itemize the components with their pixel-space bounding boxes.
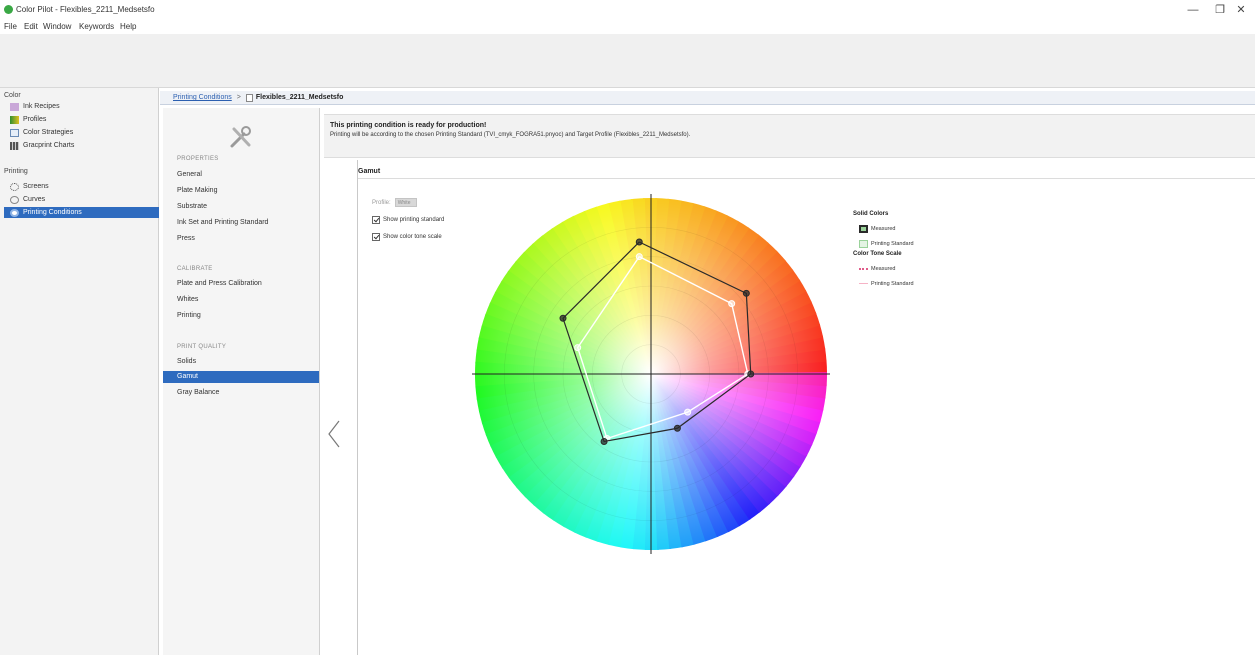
legend-label: Measured (871, 265, 896, 272)
menu-help[interactable]: Help (120, 22, 136, 31)
sidebar-item-label: Profiles (23, 116, 47, 123)
sidebar-item-curves[interactable]: Curves (10, 194, 155, 205)
profile-control: Profile: White (372, 198, 417, 207)
sidebar-item-printing-conditions[interactable]: Printing Conditions (4, 207, 159, 218)
legend-label: Printing Standard (871, 280, 914, 287)
toolbar (0, 34, 1255, 88)
breadcrumb-current: Flexibles_2211_Medsetsfo (255, 94, 344, 101)
printing-conditions-icon (10, 208, 19, 217)
color-strategies-icon (10, 128, 19, 137)
legend-tone-standard: Printing Standard (853, 276, 963, 291)
legend-solid-colors-title: Solid Colors (853, 211, 889, 217)
menu-file[interactable]: File (4, 22, 17, 31)
profile-label: Profile: (372, 199, 391, 206)
divider (358, 178, 1255, 179)
legend-solid-standard: Printing Standard (853, 236, 963, 251)
screens-icon (10, 182, 19, 191)
sidebar: Color Ink Recipes Profiles Color Strateg… (0, 88, 159, 655)
title-bar: Color Pilot - Flexibles_2211_Medsetsfo —… (0, 0, 1255, 20)
subnav-section-calibrate: CALIBRATE (177, 266, 213, 272)
back-arrow-icon[interactable] (326, 419, 342, 449)
checkbox-label: Show printing standard (383, 217, 445, 223)
window-title: Color Pilot - Flexibles_2211_Medsetsfo (16, 5, 155, 14)
subnav-item-general[interactable]: General (177, 171, 202, 181)
sidebar-section-color: Color (4, 92, 21, 99)
sidebar-item-charts[interactable]: Gracprint Charts (10, 140, 155, 151)
swatch-solid-measured (859, 224, 868, 233)
sidebar-item-screens[interactable]: Screens (10, 181, 155, 192)
gamut-title: Gamut (358, 168, 381, 175)
banner-text: Printing will be according to the chosen… (330, 132, 691, 138)
curves-icon (10, 195, 19, 204)
sidebar-item-label: Printing Conditions (23, 209, 82, 216)
sidebar-section-printing: Printing (4, 168, 28, 175)
subnav-item-plate-making[interactable]: Plate Making (177, 187, 217, 197)
charts-icon (10, 141, 19, 150)
measured-point (747, 370, 755, 378)
app-icon (4, 5, 13, 14)
checkbox-checked[interactable] (372, 216, 380, 224)
sidebar-item-label: Screens (23, 183, 49, 190)
standard-point (635, 253, 643, 261)
sidebar-item-label: Color Strategies (23, 129, 74, 136)
legend-label: Printing Standard (871, 240, 914, 247)
close-button[interactable]: ✕ (1226, 3, 1255, 17)
subnav-section-properties: PROPERTIES (177, 156, 219, 162)
ink-recipes-icon (10, 102, 19, 111)
standard-point (684, 408, 692, 416)
subnav-item-press[interactable]: Press (177, 235, 195, 245)
breadcrumb-separator: > (236, 94, 241, 101)
sidebar-item-ink-recipes[interactable]: Ink Recipes (10, 101, 155, 112)
subnav-item-gamut[interactable]: Gamut (163, 371, 319, 383)
subnav-item-substrate[interactable]: Substrate (177, 203, 207, 213)
legend-solid-measured: Measured (853, 221, 963, 236)
subnav-section-print-quality: PRINT QUALITY (177, 344, 227, 350)
checkbox-checked[interactable] (372, 233, 380, 241)
menu-bar: File Edit Window Keywords Help (0, 20, 1255, 34)
measured-point (635, 238, 643, 246)
show-color-tone-scale-toggle[interactable]: Show color tone scale (372, 233, 442, 241)
tools-icon (230, 126, 251, 148)
swatch-solid-standard (859, 239, 868, 248)
status-banner: This printing condition is ready for pro… (324, 114, 1255, 158)
breadcrumb: Printing Conditions > Flexibles_2211_Med… (160, 91, 1255, 105)
measured-point (600, 437, 608, 445)
legend-tone-measured: Measured (853, 261, 963, 276)
legend-tone-scale-title: Color Tone Scale (853, 251, 902, 257)
sidebar-item-profiles[interactable]: Profiles (10, 114, 155, 125)
subnav-item-solids[interactable]: Solids (177, 358, 196, 368)
legend: Solid Colors Measured Printing Standard … (853, 211, 963, 291)
breadcrumb-link[interactable]: Printing Conditions (173, 94, 232, 101)
subnav-item-whites[interactable]: Whites (177, 296, 198, 306)
swatch-tone-measured (859, 267, 868, 270)
minimize-button[interactable]: — (1178, 3, 1208, 17)
measured-point (559, 314, 567, 322)
banner-title: This printing condition is ready for pro… (330, 122, 487, 129)
subnav-item-ink-set[interactable]: Ink Set and Printing Standard (177, 219, 268, 229)
gamut-chart (472, 194, 830, 554)
checkbox-label: Show color tone scale (383, 234, 442, 240)
menu-edit[interactable]: Edit (24, 22, 38, 31)
measured-point (742, 289, 750, 297)
printing-condition-nav: PROPERTIES General Plate Making Substrat… (163, 108, 320, 655)
sidebar-item-color-strategies[interactable]: Color Strategies (10, 127, 155, 138)
menu-window[interactable]: Window (43, 22, 71, 31)
subnav-item-plate-press-calibration[interactable]: Plate and Press Calibration (177, 280, 262, 290)
profile-select[interactable]: White (394, 198, 417, 207)
menu-keywords[interactable]: Keywords (79, 22, 114, 31)
sidebar-item-label: Gracprint Charts (23, 142, 75, 149)
document-icon (245, 93, 253, 102)
sidebar-item-label: Ink Recipes (23, 103, 60, 110)
standard-point (574, 344, 582, 352)
swatch-tone-standard (859, 283, 868, 284)
show-printing-standard-toggle[interactable]: Show printing standard (372, 216, 444, 224)
standard-point (728, 300, 736, 308)
subnav-item-gray-balance[interactable]: Gray Balance (177, 389, 219, 399)
subnav-item-printing[interactable]: Printing (177, 312, 201, 322)
sidebar-item-label: Curves (23, 196, 46, 203)
measured-point (673, 424, 681, 432)
profiles-icon (10, 115, 19, 124)
legend-label: Measured (871, 225, 896, 232)
